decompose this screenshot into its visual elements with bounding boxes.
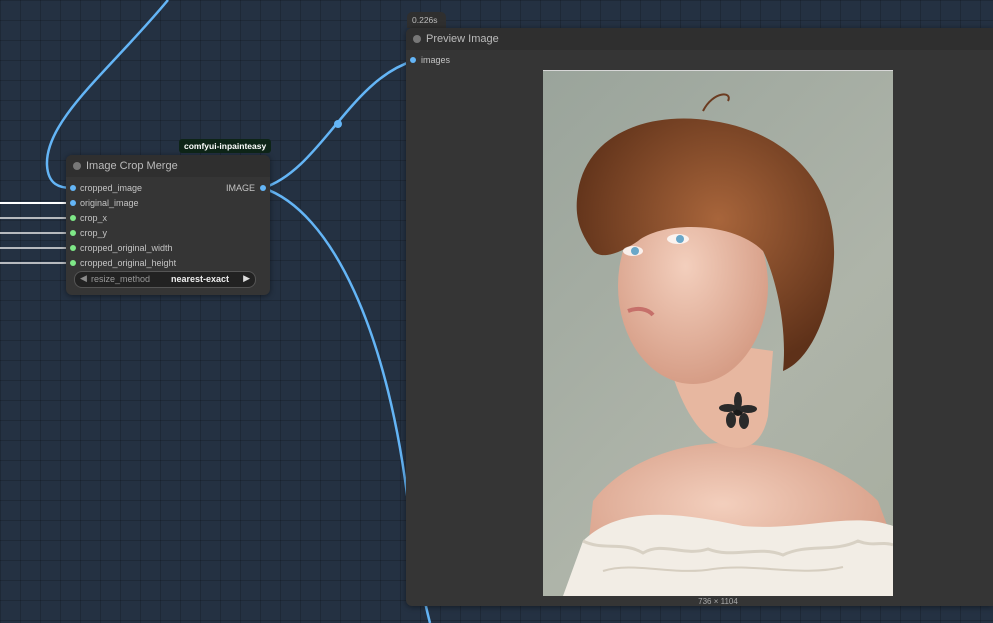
input-dot-icon[interactable] xyxy=(70,245,76,251)
preview-image[interactable] xyxy=(543,70,893,596)
slot-label: crop_x xyxy=(80,213,108,223)
preview-image-node[interactable]: Preview Image images 736 × 1104 xyxy=(406,28,993,606)
execution-time-badge: 0.226s xyxy=(407,12,446,28)
node-title-bar[interactable]: Image Crop Merge xyxy=(66,155,270,177)
image-crop-merge-node[interactable]: Image Crop Merge cropped_image IMAGE ori… xyxy=(66,155,270,295)
input-dot-icon[interactable] xyxy=(70,200,76,206)
collapse-dot-icon[interactable] xyxy=(73,162,81,170)
input-dot-icon[interactable] xyxy=(70,230,76,236)
slot-label: original_image xyxy=(80,198,139,208)
increment-arrow-icon[interactable]: ▶ xyxy=(243,273,250,284)
output-label: IMAGE xyxy=(225,183,255,193)
input-dot-icon[interactable] xyxy=(70,185,76,191)
input-dot-icon[interactable] xyxy=(70,260,76,266)
output-dot-icon[interactable] xyxy=(260,185,266,191)
input-dot-icon[interactable] xyxy=(410,57,416,63)
slot-label: cropped_original_width xyxy=(80,243,173,253)
node-title: Image Crop Merge xyxy=(86,160,178,172)
slot-label: cropped_image xyxy=(80,183,143,193)
widget-label: resize_method xyxy=(91,274,151,284)
node-title: Preview Image xyxy=(426,33,499,45)
node-title-bar[interactable]: Preview Image xyxy=(406,28,993,50)
image-size-label: 736 × 1104 xyxy=(698,597,738,606)
wire-reroute-point[interactable] xyxy=(334,120,342,128)
portrait-illustration xyxy=(563,93,893,596)
input-slot-cropped-image[interactable]: cropped_image IMAGE xyxy=(66,181,270,196)
input-dot-icon[interactable] xyxy=(70,215,76,221)
collapse-dot-icon[interactable] xyxy=(413,35,421,43)
wire-image-out-2[interactable] xyxy=(262,186,432,623)
widget-value: nearest-exact xyxy=(170,274,229,284)
decrement-arrow-icon[interactable]: ◀ xyxy=(80,273,87,284)
slot-label: crop_y xyxy=(80,228,108,238)
slot-label: images xyxy=(421,55,451,65)
node-source-badge: comfyui-inpainteasy xyxy=(179,139,272,153)
resize-method-combo[interactable]: ◀ resize_method nearest-exact ▶ xyxy=(74,271,256,288)
slot-label: cropped_original_height xyxy=(80,258,177,268)
